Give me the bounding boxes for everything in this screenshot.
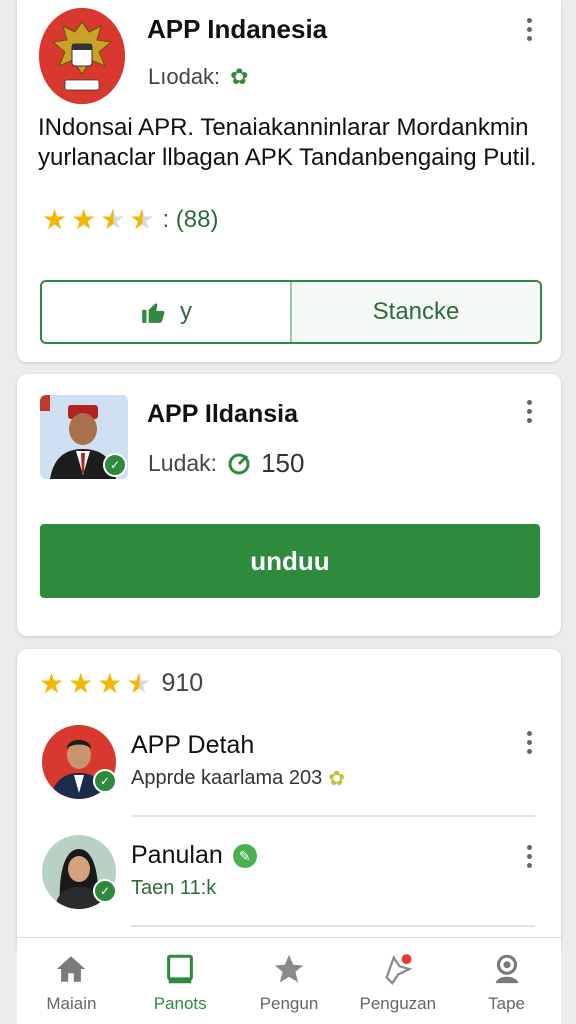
- rating-count: : (88): [162, 206, 219, 233]
- garuda-emblem-logo: [39, 8, 125, 104]
- verified-badge-icon: ✓: [93, 769, 117, 793]
- star-icon: ★: [71, 204, 97, 235]
- bottom-navigation: Maiain Panots Pengun Penguzan Tape: [17, 937, 561, 1024]
- list-item-subtitle: Apprde kaarlama 203: [131, 767, 323, 789]
- list-item-subtitle-row: Apprde kaarlama 203 ✿: [131, 767, 345, 790]
- leaf-icon: ✎: [232, 843, 257, 868]
- notification-icon: [385, 954, 413, 985]
- gear-badge-icon: ✿: [328, 767, 345, 790]
- nav-label: Pengun: [259, 994, 319, 1013]
- kebab-icon[interactable]: [525, 731, 533, 758]
- app-subtitle: Lıodak:: [148, 64, 221, 89]
- person-icon: [495, 954, 518, 984]
- star-icon: [274, 954, 304, 983]
- rating-value: 910: [161, 669, 204, 697]
- app-card-1: APP Indanesia Lıodak: ✿ INdonsai APR. Te…: [17, 0, 561, 362]
- list-item-subtitle: Taen 11:k: [131, 877, 217, 899]
- nav-item-home[interactable]: Maiain: [17, 938, 126, 1024]
- secondary-button[interactable]: Stancke: [292, 282, 540, 342]
- refresh-icon: [228, 453, 250, 474]
- app-card-2: ✓ APP Ildansia Ludak: 150 unduu: [17, 374, 561, 636]
- kebab-icon[interactable]: [525, 18, 533, 45]
- rating-stars: ★ ★ ★ ★ 910: [39, 669, 203, 698]
- app-subtitle-row: Lıodak: ✿: [148, 64, 249, 90]
- app-title: APP Indanesia: [147, 14, 328, 44]
- star-icon: ★: [97, 667, 123, 699]
- list-item-title: Panulan ✎: [131, 841, 257, 870]
- divider: [131, 815, 535, 817]
- home-icon: [57, 956, 86, 982]
- nav-label: Tape: [488, 994, 526, 1013]
- like-label: y: [180, 298, 192, 325]
- download-count: 150: [261, 448, 305, 478]
- action-button-group: y Stancke: [40, 280, 542, 344]
- verified-badge-icon: ✓: [103, 453, 127, 477]
- half-star-icon: ★: [129, 204, 155, 235]
- list-item-title-text: Panulan: [131, 841, 223, 869]
- kebab-icon[interactable]: [525, 400, 533, 427]
- app-title: APP Ildansia: [147, 400, 298, 428]
- download-button[interactable]: unduu: [40, 524, 540, 598]
- app-subtitle: Ludak:: [148, 450, 218, 476]
- verified-badge-icon: ✓: [93, 879, 117, 903]
- thumbs-up-icon: [142, 303, 165, 323]
- gear-badge-icon: ✿: [230, 64, 249, 89]
- nav-item-panots[interactable]: Panots: [126, 938, 235, 1024]
- nav-item-tape[interactable]: Tape: [452, 938, 561, 1024]
- half-star-icon: ★: [100, 204, 126, 235]
- nav-label: Penguzan: [359, 994, 437, 1013]
- like-button[interactable]: y: [42, 282, 292, 342]
- divider: [131, 925, 535, 927]
- list-item-subtitle-row: Taen 11:k: [131, 877, 216, 900]
- star-icon: ★: [68, 667, 94, 699]
- reviews-card: ★ ★ ★ ★ 910 ✓ APP Detah Apprde kaarlama …: [17, 649, 561, 949]
- nav-label: Panots: [153, 994, 207, 1013]
- nav-label: Maiain: [46, 994, 97, 1013]
- nav-item-penguzan[interactable]: Penguzan: [343, 938, 452, 1024]
- star-icon: ★: [42, 204, 68, 235]
- list-item-title: APP Detah: [131, 731, 255, 759]
- half-star-icon: ★: [126, 667, 152, 699]
- app-description: INdonsai APR. Tenaiakanninlarar Mordankm…: [38, 114, 537, 171]
- square-icon: [167, 954, 194, 984]
- star-icon: ★: [39, 667, 65, 699]
- rating-stars: ★ ★ ★ ★ : (88): [42, 206, 218, 234]
- kebab-icon[interactable]: [525, 845, 533, 872]
- nav-item-pengun[interactable]: Pengun: [235, 938, 344, 1024]
- app-subtitle-row: Ludak: 150: [148, 448, 304, 479]
